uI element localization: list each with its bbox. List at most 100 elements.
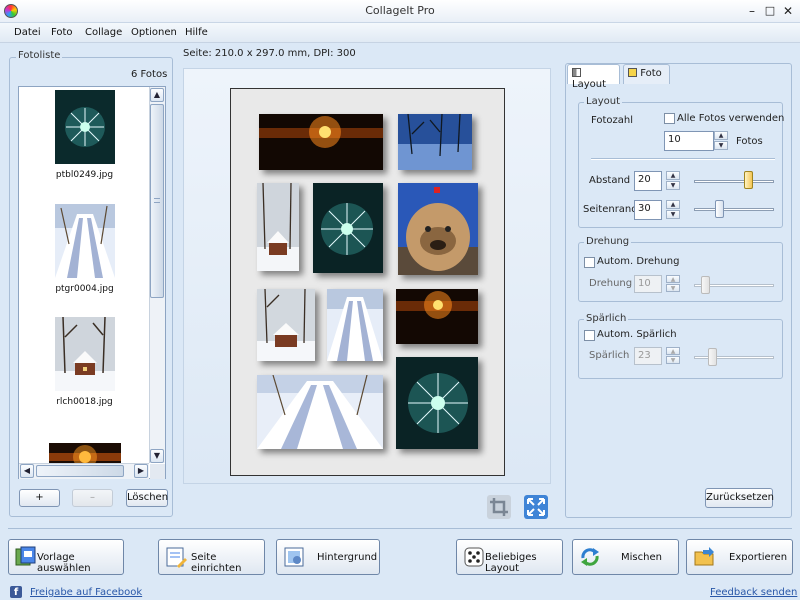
tab-layout-label: Layout xyxy=(572,79,606,90)
remove-photo-button[interactable]: – xyxy=(72,489,113,507)
spaerlich-slider[interactable] xyxy=(694,356,774,359)
collage-photo-dandelion-2[interactable] xyxy=(396,357,478,449)
collage-photo-dandelion[interactable] xyxy=(313,183,383,273)
collage-photo-snow-house[interactable] xyxy=(257,183,299,271)
menu-collage[interactable]: Collage xyxy=(85,27,122,38)
spin-up-icon[interactable]: ▲ xyxy=(714,131,728,140)
vorlage-label: Vorlage auswählen xyxy=(37,552,91,574)
collage-photo-dog[interactable] xyxy=(398,183,478,275)
spaerlich-spinner[interactable]: ▲ ▼ xyxy=(666,347,680,364)
beliebiges-layout-label: Beliebiges Layout xyxy=(485,552,537,574)
scroll-right-icon[interactable]: ▶ xyxy=(134,464,148,478)
reset-button[interactable]: Zurücksetzen xyxy=(705,488,774,508)
spaerlich-input[interactable]: 23 xyxy=(634,347,662,365)
spin-down-icon[interactable]: ▼ xyxy=(666,284,680,292)
auto-spaerlich-checkbox[interactable] xyxy=(584,330,595,341)
auto-drehung-label: Autom. Drehung xyxy=(597,256,680,267)
fotozahl-spinner[interactable]: ▲ ▼ xyxy=(714,131,728,150)
minimize-button[interactable]: – xyxy=(742,2,762,20)
menu-hilfe[interactable]: Hilfe xyxy=(185,27,208,38)
list-item[interactable]: ptgr0004.jpg xyxy=(19,204,150,294)
seitenrand-spinner[interactable]: ▲ ▼ xyxy=(666,200,680,219)
add-photo-button[interactable]: + xyxy=(19,489,60,507)
menu-datei[interactable]: Datei xyxy=(14,27,41,38)
export-folder-icon xyxy=(694,547,714,566)
spin-down-icon[interactable]: ▼ xyxy=(666,356,680,364)
scroll-down-icon[interactable]: ▼ xyxy=(150,449,164,463)
spin-down-icon[interactable]: ▼ xyxy=(714,141,728,150)
dice-icon xyxy=(464,547,484,567)
feedback-link[interactable]: Feedback senden xyxy=(710,587,797,598)
menu-foto[interactable]: Foto xyxy=(51,27,73,38)
tab-foto[interactable]: Foto xyxy=(623,64,670,84)
crop-icon xyxy=(487,495,511,519)
vorlage-button[interactable]: Vorlage auswählen xyxy=(8,539,124,575)
beliebiges-layout-button[interactable]: Beliebiges Layout xyxy=(456,539,563,575)
snow-house-photo-icon xyxy=(54,317,115,391)
menu-optionen[interactable]: Optionen xyxy=(131,27,177,38)
seitenrand-label: Seitenrand xyxy=(583,204,638,215)
spaerlich-group xyxy=(578,319,783,379)
spaerlich-slider-thumb[interactable] xyxy=(708,348,718,366)
exportieren-label: Exportieren xyxy=(729,552,788,563)
collage-photo-winter-trees[interactable] xyxy=(398,114,472,170)
collage-photo-snow-house-2[interactable] xyxy=(257,289,315,361)
fotos-unit-label: Fotos xyxy=(736,136,763,147)
maximize-button[interactable]: □ xyxy=(760,2,780,20)
window-title: CollageIt Pro xyxy=(365,4,435,17)
abstand-input[interactable]: 20 xyxy=(634,171,662,191)
list-item[interactable]: ptbl0249.jpg xyxy=(19,90,150,180)
seitenrand-slider[interactable] xyxy=(694,208,774,211)
delete-photos-button[interactable]: Löschen xyxy=(126,489,168,507)
spin-down-icon[interactable]: ▼ xyxy=(666,210,680,219)
drehung-input[interactable]: 10 xyxy=(634,275,662,293)
drehung-slider-thumb[interactable] xyxy=(701,276,711,294)
grip-icon xyxy=(154,198,160,203)
scroll-up-icon[interactable]: ▲ xyxy=(150,88,164,102)
mischen-button[interactable]: Mischen xyxy=(572,539,679,575)
collage-photo-snow-path[interactable] xyxy=(327,289,383,361)
list-item[interactable]: rlch0018.jpg xyxy=(19,317,150,407)
spin-up-icon[interactable]: ▲ xyxy=(666,200,680,209)
collage-photo-sunset-2[interactable] xyxy=(396,289,478,344)
hintergrund-button[interactable]: Hintergrund xyxy=(276,539,380,575)
template-icon xyxy=(15,546,36,566)
crop-tool-button[interactable] xyxy=(486,494,512,520)
auto-drehung-checkbox[interactable] xyxy=(584,257,595,268)
photo-filename: ptgr0004.jpg xyxy=(55,284,114,294)
seite-einrichten-button[interactable]: Seite einrichten xyxy=(158,539,265,575)
fotozahl-label: Fotozahl xyxy=(591,115,634,126)
scroll-left-icon[interactable]: ◀ xyxy=(20,464,34,478)
facebook-icon: f xyxy=(10,586,22,598)
collage-page[interactable] xyxy=(230,88,505,476)
abstand-slider[interactable] xyxy=(694,180,774,183)
auto-spaerlich-label: Autom. Spärlich xyxy=(597,329,677,340)
abstand-spinner[interactable]: ▲ ▼ xyxy=(666,171,680,190)
drehung-group-title: Drehung xyxy=(584,236,632,247)
close-button[interactable]: ✕ xyxy=(778,2,798,20)
photo-count: 6 Fotos xyxy=(131,69,168,80)
abstand-slider-thumb[interactable] xyxy=(743,171,753,189)
collage-photo-snow-path-2[interactable] xyxy=(257,375,383,449)
alle-fotos-checkbox[interactable] xyxy=(664,113,675,124)
hscroll-thumb[interactable] xyxy=(36,465,124,477)
shuffle-icon xyxy=(581,548,599,566)
bottom-separator xyxy=(8,528,792,529)
facebook-share-link[interactable]: Freigabe auf Facebook xyxy=(30,587,142,598)
seitenrand-slider-thumb[interactable] xyxy=(715,200,725,218)
exportieren-button[interactable]: Exportieren xyxy=(686,539,793,575)
seitenrand-input[interactable]: 30 xyxy=(634,200,662,220)
tab-layout[interactable]: Layout xyxy=(567,64,620,90)
abstand-label: Abstand xyxy=(589,175,631,186)
spin-down-icon[interactable]: ▼ xyxy=(666,181,680,190)
mischen-label: Mischen xyxy=(621,552,662,563)
collage-photo-sunset[interactable] xyxy=(259,114,383,170)
spin-up-icon[interactable]: ▲ xyxy=(666,171,680,180)
spin-up-icon[interactable]: ▲ xyxy=(666,275,680,283)
spin-up-icon[interactable]: ▲ xyxy=(666,347,680,355)
photo-list[interactable]: ptbl0249.jpg ptgr0004.jpg rlch0018.jpg xyxy=(18,86,166,479)
drehung-spinner[interactable]: ▲ ▼ xyxy=(666,275,680,292)
layout-divider xyxy=(591,158,775,160)
fotozahl-input[interactable]: 10 xyxy=(664,131,714,151)
fit-page-button[interactable] xyxy=(523,494,549,520)
